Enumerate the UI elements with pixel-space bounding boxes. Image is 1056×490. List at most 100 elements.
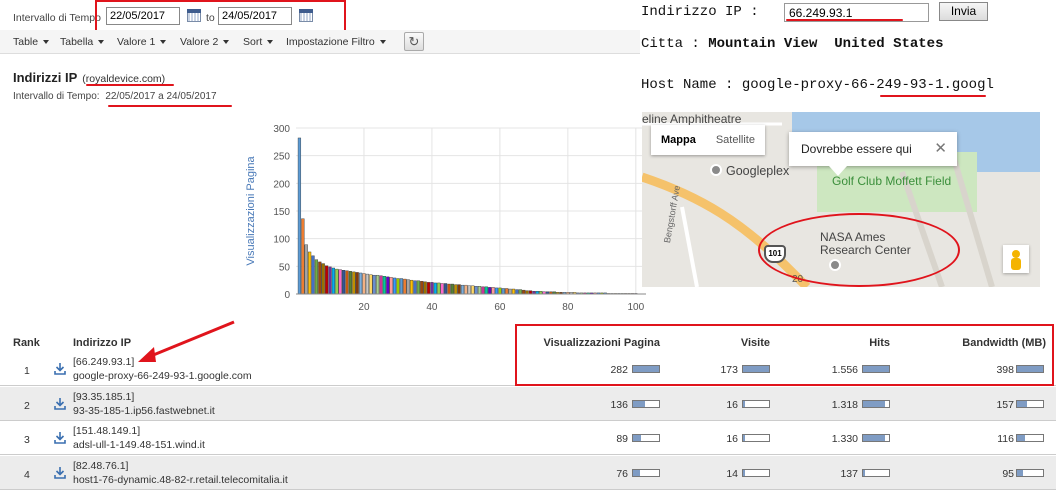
chart-bar: [389, 277, 393, 295]
chart-bar: [403, 278, 407, 295]
submit-button[interactable]: Invia: [939, 2, 988, 21]
chart-bar: [460, 284, 465, 295]
chart-bar: [498, 287, 502, 295]
bandwidth-cell: 95: [1002, 468, 1014, 480]
visits-cell: 16: [726, 399, 738, 411]
pageviews-bar: [632, 400, 660, 408]
pageviews-bar: [632, 469, 660, 477]
chart-bar: [342, 270, 346, 295]
table-row: 2 [93.35.185.1] 93-35-185-1.ip56.fastwebne…: [0, 387, 1056, 421]
visits-bar: [742, 469, 770, 477]
header-rank[interactable]: Rank: [13, 337, 40, 349]
map-tab-mappa[interactable]: Mappa: [651, 125, 706, 155]
chart-bar: [505, 288, 509, 295]
chart-bar: [440, 283, 444, 295]
menu-table[interactable]: Table: [13, 36, 50, 48]
refresh-button[interactable]: ↻: [404, 32, 424, 51]
chart-bar: [359, 272, 363, 295]
chevron-down-icon: [43, 40, 50, 45]
menu-valore-1[interactable]: Valore 1: [117, 36, 167, 48]
rank-cell: 3: [24, 434, 30, 446]
y-axis-label: Visualizzazioni Pagina: [245, 155, 257, 265]
chart-bar: [318, 261, 322, 295]
chart-bar: [484, 286, 488, 295]
chart-bar: [301, 218, 305, 295]
menu-valore-2[interactable]: Valore 2: [180, 36, 230, 48]
report-title: Indirizzi IP (royaldevice.com): [13, 70, 165, 85]
chart-bar: [311, 255, 315, 295]
chart-bar: [518, 289, 522, 295]
map-tab-satellite[interactable]: Satellite: [706, 125, 765, 155]
report-title-text: Indirizzi IP: [13, 70, 78, 85]
rank-cell: 4: [24, 469, 30, 481]
close-icon[interactable]: ✕: [934, 139, 947, 157]
chart-bar: [430, 282, 434, 295]
y-tick-label: 250: [273, 152, 290, 163]
chart-bar: [355, 272, 359, 295]
annotation-underline-host: [880, 95, 986, 97]
table-row: 3 [151.48.149.1] adsl-ull-1-149.48-151.win…: [0, 421, 1056, 455]
hits-cell: 1.330: [831, 433, 858, 445]
x-tick-label: 20: [358, 302, 370, 313]
chart-bar: [437, 282, 441, 295]
chart-bar: [457, 284, 461, 295]
download-icon[interactable]: [54, 362, 66, 375]
x-tick-label: 40: [426, 302, 438, 313]
menu-impostazione-filtro[interactable]: Impostazione Filtro: [286, 36, 386, 48]
ip-lookup-panel: Indirizzo IP : Invia Citta : Mountain Vi…: [640, 0, 1056, 112]
ip-cell[interactable]: [151.48.149.1] adsl-ull-1-149.48-151.wind…: [73, 424, 205, 452]
download-icon[interactable]: [54, 431, 66, 444]
pageviews-bar: [632, 434, 660, 442]
x-tick-label: 100: [627, 302, 644, 313]
annotation-ellipse-location: [758, 213, 960, 287]
annotation-box-dates: [95, 0, 346, 32]
menu-sort[interactable]: Sort: [243, 36, 274, 48]
ip-label: Indirizzo IP: [641, 4, 742, 20]
googleplex-poi-icon: [710, 164, 722, 176]
map-type-control: Mappa Satellite: [651, 125, 765, 155]
download-icon[interactable]: [54, 466, 66, 479]
download-icon[interactable]: [54, 397, 66, 410]
pageviews-cell: 136: [610, 399, 628, 411]
chart-bar: [365, 273, 369, 295]
subtitle-label: Intervallo di Tempo:: [13, 91, 100, 102]
chart-bar: [325, 265, 329, 295]
chart-bar: [369, 274, 373, 295]
pegman-icon[interactable]: [1003, 245, 1029, 273]
chevron-down-icon: [223, 40, 230, 45]
chart-bar: [386, 276, 390, 295]
chart-bar: [331, 267, 336, 295]
visits-cell: 16: [726, 433, 738, 445]
chart-bar: [352, 271, 356, 295]
chart-bar: [406, 279, 410, 295]
bandwidth-bar: [1016, 469, 1044, 477]
bandwidth-cell: 116: [997, 433, 1014, 445]
chart-bar: [501, 288, 505, 295]
chart-bar: [454, 284, 458, 295]
chart-bar: [450, 283, 454, 295]
bandwidth-bar: [1016, 400, 1044, 408]
hits-bar: [862, 469, 890, 477]
info-window-text: Dovrebbe essere qui: [801, 142, 912, 156]
table-row: 4 [82.48.76.1] host1-76-dynamic.48-82-r.re…: [0, 456, 1056, 490]
chart-bar: [396, 278, 400, 295]
ip-cell[interactable]: [82.48.76.1] host1-76-dynamic.48-82-r.ret…: [73, 459, 288, 487]
header-ip[interactable]: Indirizzo IP: [73, 337, 131, 349]
pageviews-bar-chart: 0 50 100 150 200 250 300 20 40 60 80 100 Visualizzaz…: [245, 124, 646, 313]
chart-bar: [382, 276, 386, 295]
chart-bar: [392, 277, 397, 295]
rank-cell: 2: [24, 400, 30, 412]
chart-bar: [423, 281, 427, 295]
pageviews-cell: 89: [616, 433, 628, 445]
ip-address: [93.35.185.1]: [73, 391, 135, 403]
annotation-underline-domain: [86, 84, 174, 86]
visits-cell: 14: [726, 468, 738, 480]
visits-bar: [742, 434, 770, 442]
menu-tabella[interactable]: Tabella: [60, 36, 105, 48]
ip-cell[interactable]: [93.35.185.1] 93-35-185-1.ip56.fastwebnet…: [73, 390, 215, 418]
host-name: adsl-ull-1-149.48-151.wind.it: [73, 439, 205, 451]
chart-bar: [494, 287, 499, 295]
chart-bar: [416, 280, 420, 295]
hits-cell: 1.318: [831, 399, 858, 411]
chevron-down-icon: [267, 40, 274, 45]
